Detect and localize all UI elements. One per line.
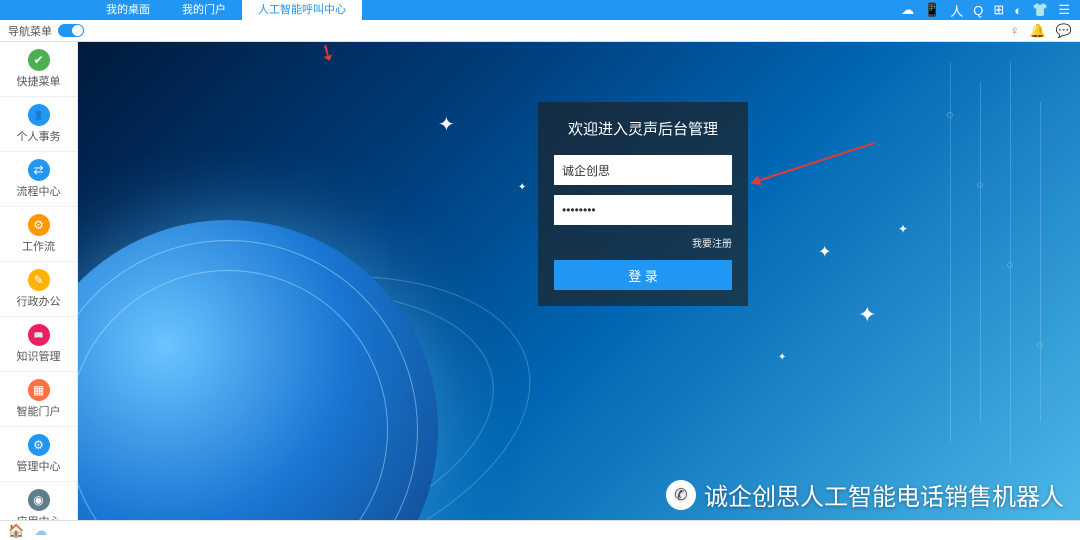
- shirt-icon[interactable]: 👕: [1032, 2, 1048, 18]
- star-icon: ✦: [858, 302, 876, 328]
- sidebar-item-icon: ◉: [28, 489, 50, 511]
- globe-icon[interactable]: ◐: [1014, 3, 1022, 18]
- sidebar-item-icon: ⇄: [28, 159, 50, 181]
- star-icon: ✦: [898, 222, 908, 236]
- top-tabs: 我的桌面我的门户人工智能呼叫中心: [90, 0, 362, 20]
- top-tab[interactable]: 我的门户: [166, 0, 242, 20]
- annotation-arrow: [751, 142, 875, 184]
- sidebar: ✔ 快捷菜单 👤 个人事务 ⇄ 流程中心 ⚙ 工作流 ✎ 行政办公 📖 知识管理 ▦ 智能门户 ⚙ 管理中心 ◉…: [0, 42, 78, 520]
- top-bar: 我的桌面我的门户人工智能呼叫中心 ☁ 📱 人 Q ⊞ ◐ 👕 ☰: [0, 0, 1080, 20]
- sidebar-item[interactable]: ⇄ 流程中心: [0, 152, 77, 207]
- user-icon[interactable]: 人: [950, 1, 963, 20]
- sidebar-item-label: 流程中心: [17, 183, 61, 199]
- sidebar-item-icon: ⚙: [28, 214, 50, 236]
- sub-bar: 导航菜单 ♀ 🔔 💬: [0, 20, 1080, 42]
- watermark-text: 诚企创思人工智能电话销售机器人: [704, 477, 1064, 512]
- cloud-icon[interactable]: ☁: [901, 2, 914, 18]
- sidebar-item[interactable]: 👤 个人事务: [0, 97, 77, 152]
- sidebar-item-icon: ✔: [28, 49, 50, 71]
- sidebar-item-label: 知识管理: [17, 348, 61, 364]
- mobile-icon[interactable]: 📱: [924, 2, 940, 18]
- apps-icon[interactable]: ⊞: [993, 2, 1004, 18]
- register-link[interactable]: 我要注册: [554, 235, 732, 250]
- sidebar-item-icon: ▦: [28, 379, 50, 401]
- menu-icon[interactable]: ☰: [1058, 2, 1070, 18]
- search-icon[interactable]: Q: [973, 3, 983, 18]
- password-input[interactable]: [554, 195, 732, 225]
- star-icon: ✦: [518, 182, 526, 193]
- sidebar-item-label: 个人事务: [17, 128, 61, 144]
- username-input[interactable]: [554, 155, 732, 185]
- watermark: ✆ 诚企创思人工智能电话销售机器人: [666, 477, 1064, 512]
- decor-globe: [78, 220, 438, 520]
- content-pane: ✦ ✦ ✦ ✦ ✦ ✦ ➘ 欢迎进入灵声后台管理 我要注册 登 录 ✆ 诚企创思…: [78, 42, 1080, 520]
- nav-menu-label: 导航菜单: [8, 23, 52, 39]
- sidebar-item-label: 工作流: [22, 238, 55, 254]
- subbar-icon-group: ♀ 🔔 💬: [1010, 23, 1072, 39]
- nav-toggle[interactable]: [58, 24, 84, 37]
- top-tab[interactable]: 人工智能呼叫中心: [242, 0, 362, 20]
- login-panel: 欢迎进入灵声后台管理 我要注册 登 录: [538, 102, 748, 306]
- bottom-bar: 🏠 ☁: [0, 520, 1080, 540]
- sidebar-item-label: 应用中心: [17, 513, 61, 520]
- sidebar-item[interactable]: ✎ 行政办公: [0, 262, 77, 317]
- sidebar-item-label: 行政办公: [17, 293, 61, 309]
- sidebar-item[interactable]: ✔ 快捷菜单: [0, 42, 77, 97]
- sidebar-item[interactable]: 📖 知识管理: [0, 317, 77, 372]
- user-icon[interactable]: ♀: [1010, 23, 1020, 39]
- home-icon[interactable]: 🏠: [8, 523, 24, 539]
- sidebar-item-label: 智能门户: [17, 403, 61, 419]
- sidebar-item[interactable]: ▦ 智能门户: [0, 372, 77, 427]
- annotation-arrow: ➘: [313, 42, 342, 69]
- sidebar-item-icon: ✎: [28, 269, 50, 291]
- sidebar-item[interactable]: ◉ 应用中心: [0, 482, 77, 520]
- star-icon: ✦: [438, 112, 455, 137]
- decor-circuit: [920, 62, 1070, 462]
- cloud-icon[interactable]: ☁: [34, 523, 47, 539]
- bell-icon[interactable]: 🔔: [1030, 23, 1046, 39]
- chat-icon[interactable]: 💬: [1056, 23, 1072, 39]
- sidebar-item-label: 管理中心: [17, 458, 61, 474]
- star-icon: ✦: [778, 352, 786, 363]
- wechat-icon: ✆: [666, 480, 696, 510]
- topbar-icon-group: ☁ 📱 人 Q ⊞ ◐ 👕 ☰: [901, 1, 1070, 20]
- sidebar-item[interactable]: ⚙ 工作流: [0, 207, 77, 262]
- sidebar-item-icon: 👤: [28, 104, 50, 126]
- login-title: 欢迎进入灵声后台管理: [554, 118, 732, 139]
- main-area: ✔ 快捷菜单 👤 个人事务 ⇄ 流程中心 ⚙ 工作流 ✎ 行政办公 📖 知识管理 ▦ 智能门户 ⚙ 管理中心 ◉…: [0, 42, 1080, 520]
- sidebar-item[interactable]: ⚙ 管理中心: [0, 427, 77, 482]
- sidebar-item-label: 快捷菜单: [17, 73, 61, 89]
- sidebar-item-icon: ⚙: [28, 434, 50, 456]
- star-icon: ✦: [818, 242, 831, 262]
- sidebar-item-icon: 📖: [28, 324, 50, 346]
- login-button[interactable]: 登 录: [554, 260, 732, 290]
- top-tab[interactable]: 我的桌面: [90, 0, 166, 20]
